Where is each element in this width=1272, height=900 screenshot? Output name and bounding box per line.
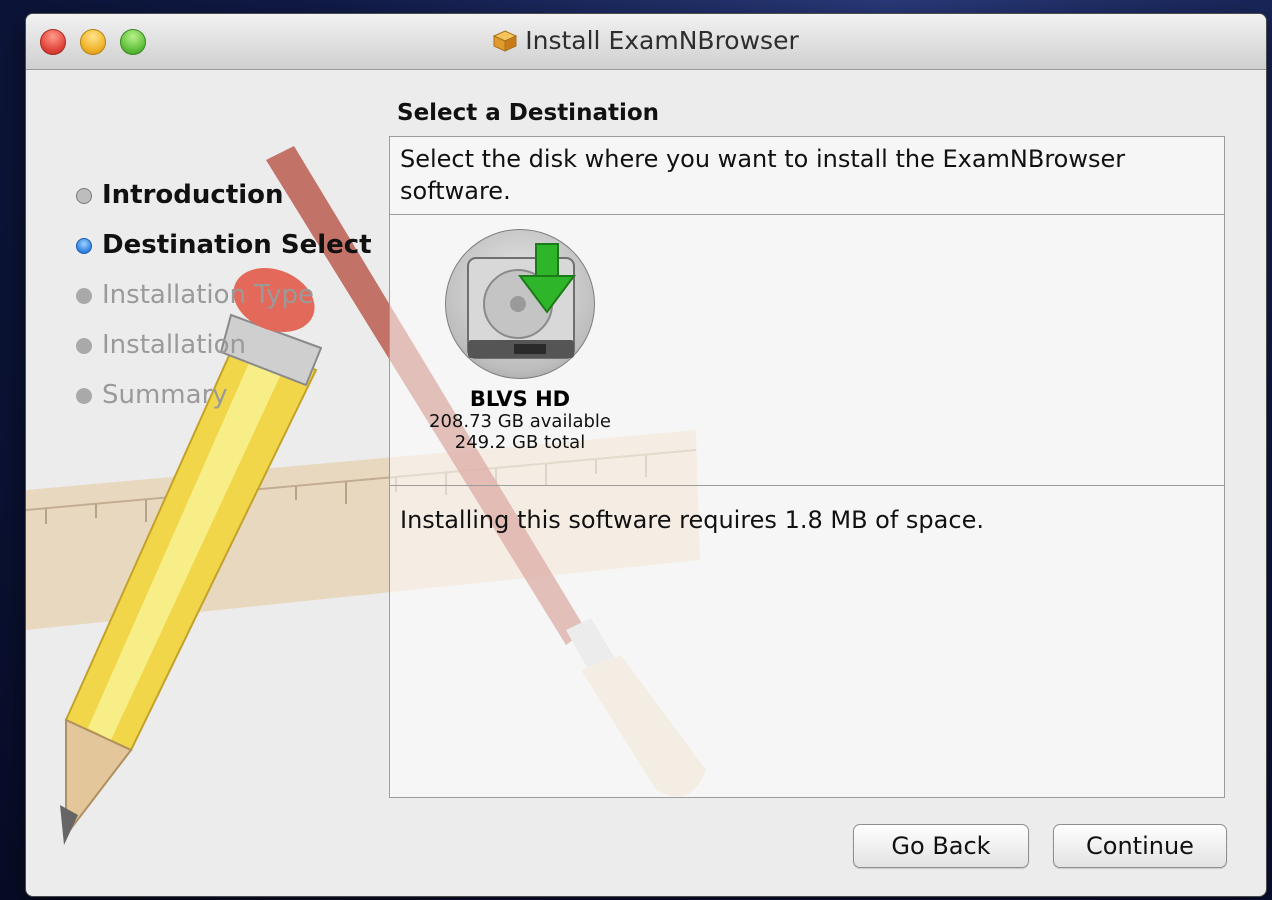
disk-list: BLVS HD 208.73 GB available 249.2 GB tot… bbox=[390, 215, 1224, 486]
disk-name: BLVS HD bbox=[469, 387, 571, 411]
disk-total: 249.2 GB total bbox=[454, 432, 586, 453]
step-current-dot-icon bbox=[76, 238, 92, 254]
step-label: Installation Type bbox=[102, 280, 314, 310]
step-label: Summary bbox=[102, 380, 228, 410]
page-title: Select a Destination bbox=[397, 100, 660, 126]
step-destination-select: Destination Select bbox=[74, 228, 372, 278]
step-installation: Installation bbox=[74, 328, 372, 378]
window-title: Install ExamNBrowser bbox=[26, 26, 1266, 55]
installer-content: Introduction Destination Select Installa… bbox=[26, 70, 1266, 896]
package-icon bbox=[493, 30, 518, 52]
step-label: Introduction bbox=[102, 180, 284, 210]
step-pending-dot-icon bbox=[76, 288, 92, 304]
continue-button[interactable]: Continue bbox=[1053, 824, 1227, 868]
step-label: Installation bbox=[102, 330, 247, 360]
installer-window: Install ExamNBrowser Introduction Destin… bbox=[26, 14, 1266, 896]
step-installation-type: Installation Type bbox=[74, 278, 372, 328]
go-back-button[interactable]: Go Back bbox=[853, 824, 1029, 868]
hard-drive-install-icon bbox=[445, 229, 595, 379]
step-introduction: Introduction bbox=[74, 178, 372, 228]
window-title-text: Install ExamNBrowser bbox=[525, 26, 799, 55]
step-label: Destination Select bbox=[102, 230, 372, 260]
disk-available: 208.73 GB available bbox=[429, 411, 611, 432]
destination-panel: Select the disk where you want to instal… bbox=[389, 136, 1225, 798]
step-pending-dot-icon bbox=[76, 338, 92, 354]
step-pending-dot-icon bbox=[76, 388, 92, 404]
installer-steps: Introduction Destination Select Installa… bbox=[74, 178, 372, 428]
step-status-dot-icon bbox=[76, 188, 92, 204]
step-summary: Summary bbox=[74, 378, 372, 428]
disk-item-blvs-hd[interactable]: BLVS HD 208.73 GB available 249.2 GB tot… bbox=[410, 229, 630, 453]
title-bar[interactable]: Install ExamNBrowser bbox=[26, 14, 1266, 70]
destination-description: Select the disk where you want to instal… bbox=[390, 137, 1224, 215]
space-required-text: Installing this software requires 1.8 MB… bbox=[400, 506, 984, 534]
